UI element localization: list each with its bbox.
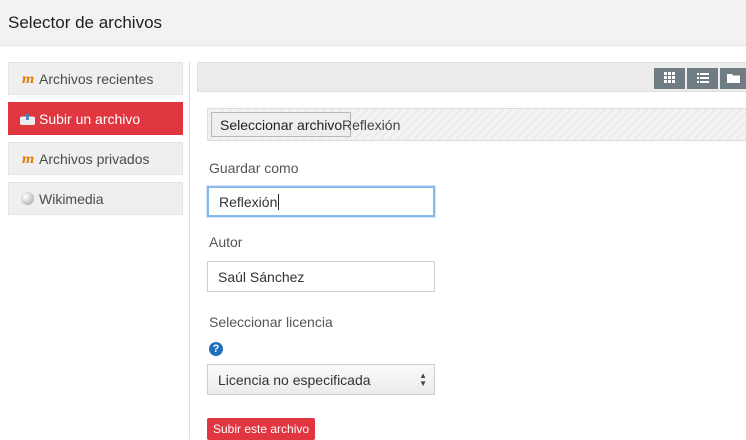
moodle-icon: m	[21, 71, 35, 86]
view-list-button[interactable]	[687, 68, 718, 89]
sidebar-item-upload-file[interactable]: Subir un archivo	[8, 102, 183, 135]
wikimedia-icon	[19, 192, 36, 206]
sidebar-item-private-files[interactable]: m Archivos privados	[8, 142, 183, 175]
file-drop-zone[interactable]: Seleccionar archivo Reflexión	[207, 108, 746, 141]
list-icon	[696, 70, 709, 88]
file-toolbar	[197, 62, 746, 92]
help-icon[interactable]: ?	[209, 342, 223, 356]
text-caret	[278, 193, 280, 210]
sidebar-item-wikimedia[interactable]: Wikimedia	[8, 182, 183, 215]
upload-file-button[interactable]: Subir este archivo	[207, 418, 316, 440]
moodle-icon: m	[21, 151, 35, 166]
upload-form: Seleccionar archivo Reflexión Guardar co…	[197, 92, 746, 440]
sidebar-item-label: Archivos recientes	[39, 70, 154, 87]
sidebar-divider	[189, 62, 190, 439]
author-value: Saúl Sánchez	[218, 268, 305, 285]
dialog-header: Selector de archivos	[0, 0, 746, 46]
license-selected-value: Licencia no especificada	[218, 371, 371, 388]
author-input[interactable]: Saúl Sánchez	[207, 261, 435, 292]
select-arrows-icon: ▲ ▼	[419, 371, 427, 388]
sidebar-item-recent-files[interactable]: m Archivos recientes	[8, 62, 183, 95]
choose-file-button[interactable]: Seleccionar archivo	[211, 112, 352, 137]
author-label: Autor	[209, 234, 243, 250]
save-as-label: Guardar como	[209, 160, 299, 176]
save-as-value: Reflexión	[219, 193, 278, 210]
sidebar-item-label: Wikimedia	[39, 190, 104, 207]
license-select[interactable]: Licencia no especificada ▲ ▼	[207, 364, 435, 395]
sidebar-item-label: Archivos privados	[39, 150, 150, 167]
view-tree-button[interactable]	[720, 68, 746, 89]
chosen-file-name: Reflexión	[342, 117, 401, 133]
grid-icon	[664, 70, 675, 88]
upload-icon	[19, 112, 36, 126]
save-as-input[interactable]: Reflexión	[207, 186, 435, 217]
dialog-title: Selector de archivos	[8, 13, 163, 32]
sidebar-item-label: Subir un archivo	[39, 110, 141, 127]
view-icons-button[interactable]	[654, 68, 685, 89]
folder-icon	[727, 70, 740, 88]
repository-sidebar: m Archivos recientes Subir un archivo m …	[8, 62, 183, 222]
license-label: Seleccionar licencia	[209, 314, 333, 330]
